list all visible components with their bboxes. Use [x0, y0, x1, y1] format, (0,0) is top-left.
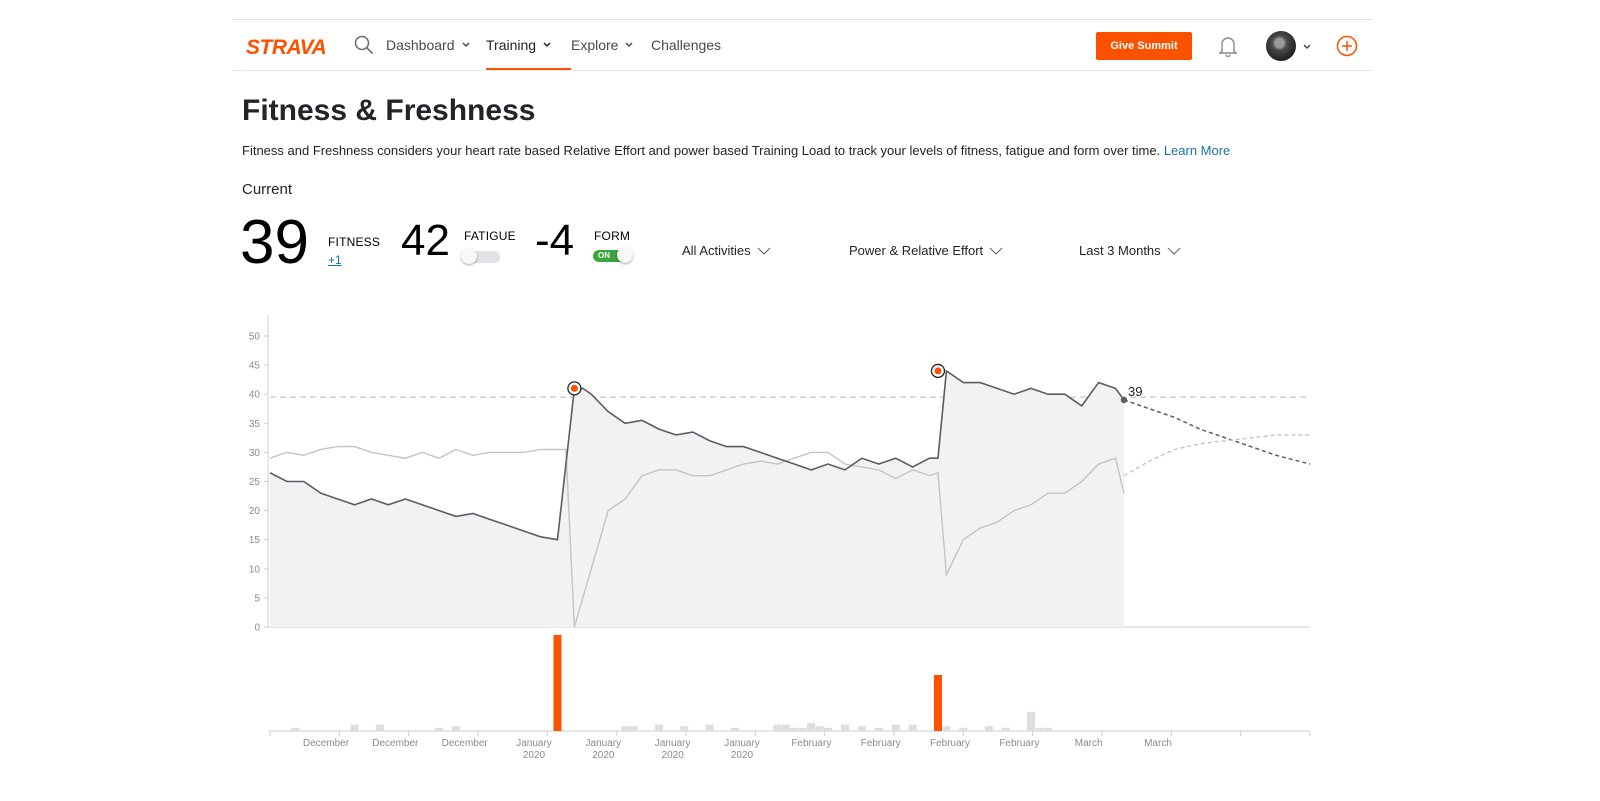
activity-bar [621, 726, 630, 731]
activity-bar [857, 726, 866, 731]
x-tick-label: December [303, 738, 350, 749]
y-tick-label: 5 [254, 593, 260, 604]
y-tick-label: 50 [249, 332, 261, 343]
y-tick-label: 10 [249, 564, 261, 575]
activity-bar [1026, 711, 1035, 731]
activity-bar [891, 724, 900, 731]
x-tick-label: 2020 [592, 750, 615, 761]
activity-bar [1001, 727, 1010, 731]
x-tick-label: January [516, 738, 552, 749]
activity-bar [1035, 727, 1044, 731]
activity-bar [984, 726, 993, 731]
activity-bar [705, 724, 714, 731]
y-tick-label: 20 [249, 506, 261, 517]
activity-bar [435, 727, 444, 731]
activity-bar [840, 724, 849, 731]
fitness-chart[interactable]: 0 5 10 15 20 25 30 35 40 45 50 39 December December De… [0, 0, 1600, 800]
current-point [1120, 396, 1128, 404]
activity-bar [452, 726, 461, 731]
activity-bar [790, 727, 799, 731]
x-tick-label: February [861, 738, 901, 749]
y-tick-label: 25 [249, 477, 261, 488]
activity-bar [781, 724, 790, 731]
y-tick-label: 45 [249, 361, 261, 372]
x-tick-label: January [655, 738, 691, 749]
current-value-label: 39 [1128, 384, 1142, 399]
activity-bar [908, 724, 917, 731]
y-tick-label: 30 [249, 448, 261, 459]
y-tick-label: 15 [249, 535, 261, 546]
activity-bar [375, 724, 384, 731]
activity-bar [1043, 727, 1052, 731]
activity-bar-highlight [553, 635, 562, 731]
x-tick-label: 2020 [662, 750, 685, 761]
x-tick-label: March [1144, 738, 1172, 749]
peak-marker-dot [934, 367, 942, 375]
activity-bar [807, 723, 816, 731]
x-tick-label: 2020 [731, 750, 754, 761]
activity-bar [731, 727, 740, 731]
activity-bar-highlight [933, 675, 942, 731]
x-tick-label: December [442, 738, 489, 749]
activity-bar [874, 727, 883, 731]
x-tick-label: February [999, 738, 1039, 749]
y-tick-label: 35 [249, 419, 261, 430]
activity-bar [798, 727, 807, 731]
activity-bar [654, 724, 663, 731]
activity-bar [291, 727, 300, 731]
x-tick-label: February [930, 738, 970, 749]
form-projection [1123, 434, 1310, 477]
fitness-projection [1123, 399, 1311, 465]
activity-bar [629, 726, 638, 731]
activity-bar [942, 726, 951, 731]
x-tick-label: January [724, 738, 760, 749]
activity-bar [824, 727, 833, 731]
activity-bar [773, 724, 782, 731]
x-tick-label: January [586, 738, 622, 749]
activity-bar [815, 726, 824, 731]
y-tick-label: 0 [254, 623, 260, 634]
y-tick-label: 40 [249, 390, 261, 401]
x-tick-label: February [791, 738, 831, 749]
activity-bar [680, 726, 689, 731]
x-tick-label: March [1075, 738, 1103, 749]
activity-bar [959, 727, 968, 731]
fitness-area [270, 370, 1124, 627]
x-tick-label: December [372, 738, 419, 749]
x-tick-label: 2020 [523, 750, 546, 761]
activity-bar [350, 724, 359, 731]
peak-marker-dot [570, 384, 578, 392]
